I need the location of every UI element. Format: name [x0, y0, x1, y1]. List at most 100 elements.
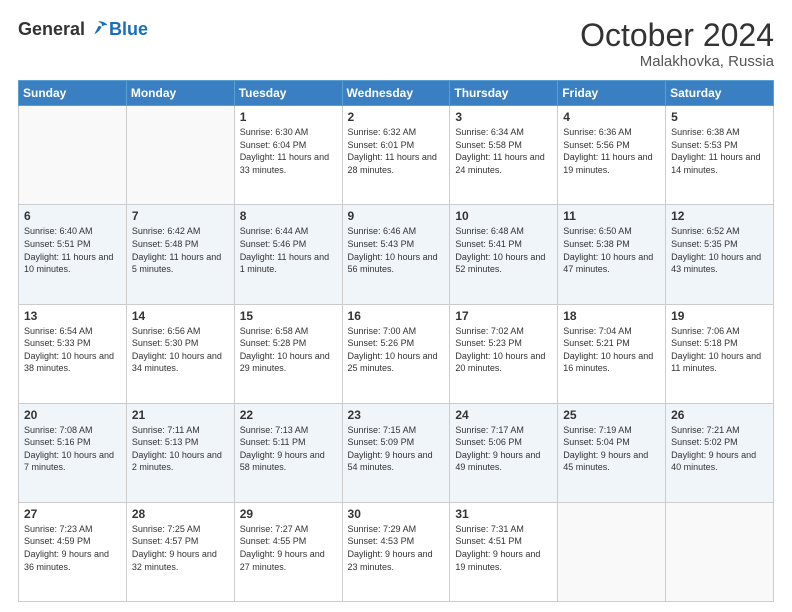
- day-info: Sunrise: 7:31 AMSunset: 4:51 PMDaylight:…: [455, 523, 552, 573]
- logo-bird-icon: [87, 18, 109, 40]
- day-number: 29: [240, 507, 337, 521]
- weekday-header-sunday: Sunday: [19, 81, 127, 106]
- day-info: Sunrise: 6:32 AMSunset: 6:01 PMDaylight:…: [348, 126, 445, 176]
- day-number: 14: [132, 309, 229, 323]
- day-info: Sunrise: 6:48 AMSunset: 5:41 PMDaylight:…: [455, 225, 552, 275]
- day-info: Sunrise: 6:46 AMSunset: 5:43 PMDaylight:…: [348, 225, 445, 275]
- page: General Blue October 2024 Malakhovka, Ru…: [0, 0, 792, 612]
- title-block: October 2024 Malakhovka, Russia: [580, 18, 774, 70]
- weekday-header-row: SundayMondayTuesdayWednesdayThursdayFrid…: [19, 81, 774, 106]
- day-info: Sunrise: 7:19 AMSunset: 5:04 PMDaylight:…: [563, 424, 660, 474]
- logo-general: General: [18, 19, 85, 40]
- calendar-cell: 9 Sunrise: 6:46 AMSunset: 5:43 PMDaylight…: [342, 205, 450, 304]
- calendar-cell: 18 Sunrise: 7:04 AMSunset: 5:21 PMDayligh…: [558, 304, 666, 403]
- calendar-cell: 17 Sunrise: 7:02 AMSunset: 5:23 PMDayligh…: [450, 304, 558, 403]
- month-title: October 2024: [580, 18, 774, 53]
- calendar-cell: 1Sunrise: 6:30 AMSunset: 6:04 PMDaylight…: [234, 106, 342, 205]
- day-info: Sunrise: 7:29 AMSunset: 4:53 PMDaylight:…: [348, 523, 445, 573]
- day-info: Sunrise: 6:58 AMSunset: 5:28 PMDaylight:…: [240, 325, 337, 375]
- calendar-week-4: 20 Sunrise: 7:08 AMSunset: 5:16 PMDayligh…: [19, 403, 774, 502]
- day-number: 15: [240, 309, 337, 323]
- day-info: Sunrise: 6:40 AMSunset: 5:51 PMDaylight:…: [24, 225, 121, 275]
- calendar-cell: 20 Sunrise: 7:08 AMSunset: 5:16 PMDayligh…: [19, 403, 127, 502]
- weekday-header-tuesday: Tuesday: [234, 81, 342, 106]
- weekday-header-friday: Friday: [558, 81, 666, 106]
- day-info: Sunrise: 7:00 AMSunset: 5:26 PMDaylight:…: [348, 325, 445, 375]
- calendar-week-5: 27 Sunrise: 7:23 AMSunset: 4:59 PMDayligh…: [19, 502, 774, 601]
- day-number: 13: [24, 309, 121, 323]
- calendar-cell: 31 Sunrise: 7:31 AMSunset: 4:51 PMDayligh…: [450, 502, 558, 601]
- calendar-cell: [558, 502, 666, 601]
- day-info: Sunrise: 6:34 AMSunset: 5:58 PMDaylight:…: [455, 126, 552, 176]
- location: Malakhovka, Russia: [580, 53, 774, 70]
- day-info: Sunrise: 7:04 AMSunset: 5:21 PMDaylight:…: [563, 325, 660, 375]
- calendar-cell: 12Sunrise: 6:52 AMSunset: 5:35 PMDayligh…: [666, 205, 774, 304]
- day-number: 7: [132, 209, 229, 223]
- day-info: Sunrise: 6:56 AMSunset: 5:30 PMDaylight:…: [132, 325, 229, 375]
- day-info: Sunrise: 7:23 AMSunset: 4:59 PMDaylight:…: [24, 523, 121, 573]
- calendar-cell: 30 Sunrise: 7:29 AMSunset: 4:53 PMDayligh…: [342, 502, 450, 601]
- day-number: 11: [563, 209, 660, 223]
- day-number: 17: [455, 309, 552, 323]
- day-number: 20: [24, 408, 121, 422]
- weekday-header-wednesday: Wednesday: [342, 81, 450, 106]
- calendar-cell: 4Sunrise: 6:36 AMSunset: 5:56 PMDaylight…: [558, 106, 666, 205]
- calendar-cell: 7 Sunrise: 6:42 AMSunset: 5:48 PMDaylight…: [126, 205, 234, 304]
- day-number: 18: [563, 309, 660, 323]
- day-info: Sunrise: 7:06 AMSunset: 5:18 PMDaylight:…: [671, 325, 768, 375]
- day-info: Sunrise: 7:08 AMSunset: 5:16 PMDaylight:…: [24, 424, 121, 474]
- calendar-cell: 5Sunrise: 6:38 AMSunset: 5:53 PMDaylight…: [666, 106, 774, 205]
- day-info: Sunrise: 6:54 AMSunset: 5:33 PMDaylight:…: [24, 325, 121, 375]
- calendar-cell: [19, 106, 127, 205]
- day-number: 26: [671, 408, 768, 422]
- calendar-cell: 10 Sunrise: 6:48 AMSunset: 5:41 PMDayligh…: [450, 205, 558, 304]
- day-number: 10: [455, 209, 552, 223]
- calendar-cell: 16 Sunrise: 7:00 AMSunset: 5:26 PMDayligh…: [342, 304, 450, 403]
- day-number: 3: [455, 110, 552, 124]
- day-number: 5: [671, 110, 768, 124]
- day-info: Sunrise: 7:17 AMSunset: 5:06 PMDaylight:…: [455, 424, 552, 474]
- calendar-cell: 28 Sunrise: 7:25 AMSunset: 4:57 PMDayligh…: [126, 502, 234, 601]
- day-info: Sunrise: 6:42 AMSunset: 5:48 PMDaylight:…: [132, 225, 229, 275]
- calendar-cell: [126, 106, 234, 205]
- calendar-cell: 27 Sunrise: 7:23 AMSunset: 4:59 PMDayligh…: [19, 502, 127, 601]
- calendar-cell: 23 Sunrise: 7:15 AMSunset: 5:09 PMDayligh…: [342, 403, 450, 502]
- day-number: 28: [132, 507, 229, 521]
- calendar-week-1: 1Sunrise: 6:30 AMSunset: 6:04 PMDaylight…: [19, 106, 774, 205]
- calendar-cell: 24 Sunrise: 7:17 AMSunset: 5:06 PMDayligh…: [450, 403, 558, 502]
- logo: General Blue: [18, 18, 148, 40]
- weekday-header-monday: Monday: [126, 81, 234, 106]
- day-info: Sunrise: 7:21 AMSunset: 5:02 PMDaylight:…: [671, 424, 768, 474]
- day-number: 31: [455, 507, 552, 521]
- day-number: 2: [348, 110, 445, 124]
- calendar-cell: 26 Sunrise: 7:21 AMSunset: 5:02 PMDayligh…: [666, 403, 774, 502]
- day-number: 21: [132, 408, 229, 422]
- day-number: 9: [348, 209, 445, 223]
- logo-text: General Blue: [18, 18, 148, 40]
- day-number: 8: [240, 209, 337, 223]
- header: General Blue October 2024 Malakhovka, Ru…: [18, 18, 774, 70]
- day-info: Sunrise: 7:15 AMSunset: 5:09 PMDaylight:…: [348, 424, 445, 474]
- calendar-cell: 25 Sunrise: 7:19 AMSunset: 5:04 PMDayligh…: [558, 403, 666, 502]
- weekday-header-saturday: Saturday: [666, 81, 774, 106]
- day-number: 24: [455, 408, 552, 422]
- calendar-cell: 3 Sunrise: 6:34 AMSunset: 5:58 PMDaylight…: [450, 106, 558, 205]
- day-info: Sunrise: 6:44 AMSunset: 5:46 PMDaylight:…: [240, 225, 337, 275]
- day-info: Sunrise: 6:36 AMSunset: 5:56 PMDaylight:…: [563, 126, 660, 176]
- day-number: 27: [24, 507, 121, 521]
- calendar-cell: 21Sunrise: 7:11 AMSunset: 5:13 PMDayligh…: [126, 403, 234, 502]
- day-number: 12: [671, 209, 768, 223]
- day-number: 25: [563, 408, 660, 422]
- day-info: Sunrise: 7:25 AMSunset: 4:57 PMDaylight:…: [132, 523, 229, 573]
- calendar-cell: 14 Sunrise: 6:56 AMSunset: 5:30 PMDayligh…: [126, 304, 234, 403]
- day-number: 16: [348, 309, 445, 323]
- logo-blue: Blue: [109, 19, 148, 40]
- day-info: Sunrise: 7:02 AMSunset: 5:23 PMDaylight:…: [455, 325, 552, 375]
- day-number: 23: [348, 408, 445, 422]
- day-number: 6: [24, 209, 121, 223]
- calendar-week-3: 13 Sunrise: 6:54 AMSunset: 5:33 PMDayligh…: [19, 304, 774, 403]
- calendar-cell: 19Sunrise: 7:06 AMSunset: 5:18 PMDayligh…: [666, 304, 774, 403]
- day-number: 30: [348, 507, 445, 521]
- day-info: Sunrise: 7:27 AMSunset: 4:55 PMDaylight:…: [240, 523, 337, 573]
- calendar-cell: 8 Sunrise: 6:44 AMSunset: 5:46 PMDaylight…: [234, 205, 342, 304]
